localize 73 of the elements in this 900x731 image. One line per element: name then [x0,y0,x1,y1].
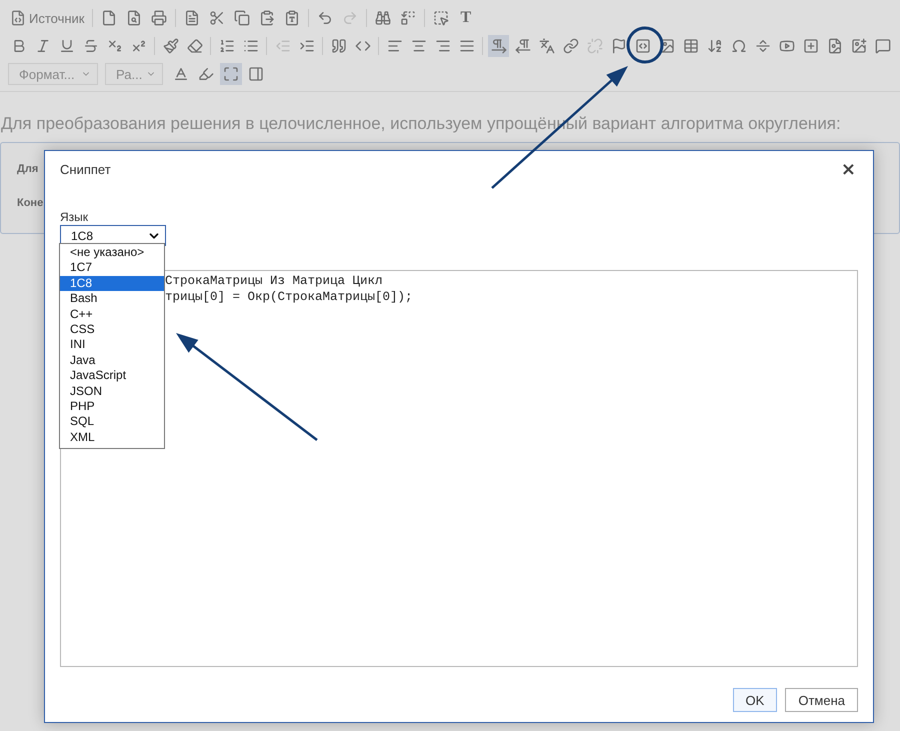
paintbrush-icon [162,38,179,54]
dashed-selection-icon [432,10,448,26]
document-icon [184,10,200,26]
text-color-icon [173,66,189,82]
picture-icon [851,38,868,54]
align-center-icon [410,38,427,54]
superscript-icon [130,38,147,54]
bulleted-list-icon [242,38,259,54]
language-option[interactable]: 1C8 [60,276,164,292]
align-right-icon [434,38,451,54]
align-left-icon [386,38,403,54]
language-option[interactable]: INI [60,337,164,353]
language-option[interactable]: XML [60,430,164,446]
eraser-icon [186,38,203,54]
redo-icon [342,10,358,26]
cancel-button[interactable]: Отмена [785,688,858,712]
unlink-icon [586,38,603,54]
code-file-icon [10,10,26,26]
language-option[interactable]: PHP [60,398,164,414]
separator-icon [755,38,772,54]
language-option[interactable]: JavaScript [60,368,164,384]
flag-icon [610,38,627,54]
table-icon [683,38,700,54]
subscript-icon [106,38,123,54]
dialog-title: Сниппет [60,162,111,176]
highlight-circle [626,26,664,64]
card-label: Коне [17,197,44,209]
highlighter-icon [198,66,214,82]
magnifier-page-icon [126,10,142,26]
text-style-button[interactable]: T [454,7,478,29]
language-option[interactable]: SQL [60,414,164,430]
omega-icon [731,38,748,54]
code-line: СтрокаМатрицы Из Матрица Цикл [165,273,384,289]
card-label: Для [17,163,38,175]
copy-icon [234,10,250,26]
pilcrow-right-icon [490,38,507,54]
image-icon [659,38,676,54]
justify-icon [458,38,475,54]
language-label: Язык [60,210,88,224]
outdent-icon [274,38,291,54]
image-file-icon [827,38,844,54]
code-line: трицы[0] = Окр(СтрокаМатрицы[0]); [165,289,414,305]
numbered-list-icon [218,38,235,54]
link-icon [562,38,579,54]
panel-icon [248,66,264,82]
indent-icon [298,38,315,54]
undo-icon [316,10,332,26]
language-option[interactable]: Java [60,352,164,368]
page-icon [100,10,116,26]
clipboard-text-icon [284,10,300,26]
scissors-icon [208,10,224,26]
italic-icon [34,38,51,54]
ok-button[interactable]: OK [732,688,778,712]
message-icon [875,38,892,54]
language-option[interactable]: JSON [60,384,164,399]
binoculars-icon [374,10,390,26]
language-option[interactable]: Bash [60,291,164,307]
code-block-icon [634,38,651,54]
printer-icon [150,10,166,26]
plus-square-icon [803,38,820,54]
video-icon [779,38,796,54]
quote-icon [330,38,347,54]
language-option[interactable]: C++ [60,306,164,322]
close-button[interactable]: × [838,158,858,180]
strikethrough-icon [82,38,99,54]
ltr-button[interactable] [488,35,510,57]
underline-icon [58,38,75,54]
pilcrow-left-icon [514,38,531,54]
letters-icon [707,38,724,54]
maximize-button[interactable] [220,63,242,85]
language-option[interactable]: CSS [60,322,164,338]
language-option[interactable]: <не указано> [60,245,164,260]
clipboard-icon [258,10,274,26]
